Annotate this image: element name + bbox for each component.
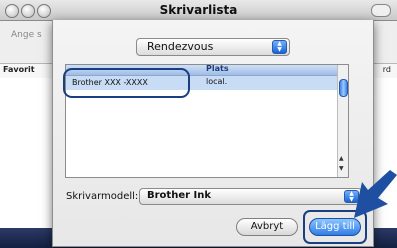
column-favorite[interactable]: Favorit	[3, 65, 35, 74]
printer-model-popup[interactable]: Brother Ink ▲ ▼	[139, 188, 362, 205]
scroll-up-arrow-icon[interactable]: ▲	[339, 155, 344, 162]
list-scrollbar[interactable]: ▲ ▼	[337, 65, 348, 177]
pointing-arrow-icon	[354, 170, 397, 218]
toolbar-label: Ange s	[11, 30, 42, 40]
toolbar-toggle-button[interactable]	[371, 4, 391, 17]
add-printer-sheet: Rendezvous ▲▼ Plats ▲ Brother XXX -XXXX …	[52, 20, 374, 247]
connection-type-value: Rendezvous	[147, 40, 214, 53]
printer-model-value: Brother Ink	[147, 190, 212, 201]
printer-location: local.	[206, 77, 228, 86]
connection-type-popup[interactable]: Rendezvous ▲ ▼	[136, 38, 290, 56]
window-title: Skrivarlista	[159, 3, 238, 17]
cancel-button[interactable]: Avbryt	[236, 218, 298, 236]
scroll-thumb[interactable]	[339, 79, 348, 97]
window-titlebar: Skrivarlista	[0, 0, 397, 21]
scroll-down-arrow-icon[interactable]: ▼	[339, 165, 344, 172]
updown-arrows-icon: ▲ ▼	[272, 40, 287, 54]
printer-model-label: Skrivarmodell:	[66, 191, 139, 202]
printer-row-highlight	[63, 68, 190, 98]
column-right[interactable]: rd	[383, 65, 391, 74]
column-location[interactable]: Plats	[206, 64, 229, 73]
